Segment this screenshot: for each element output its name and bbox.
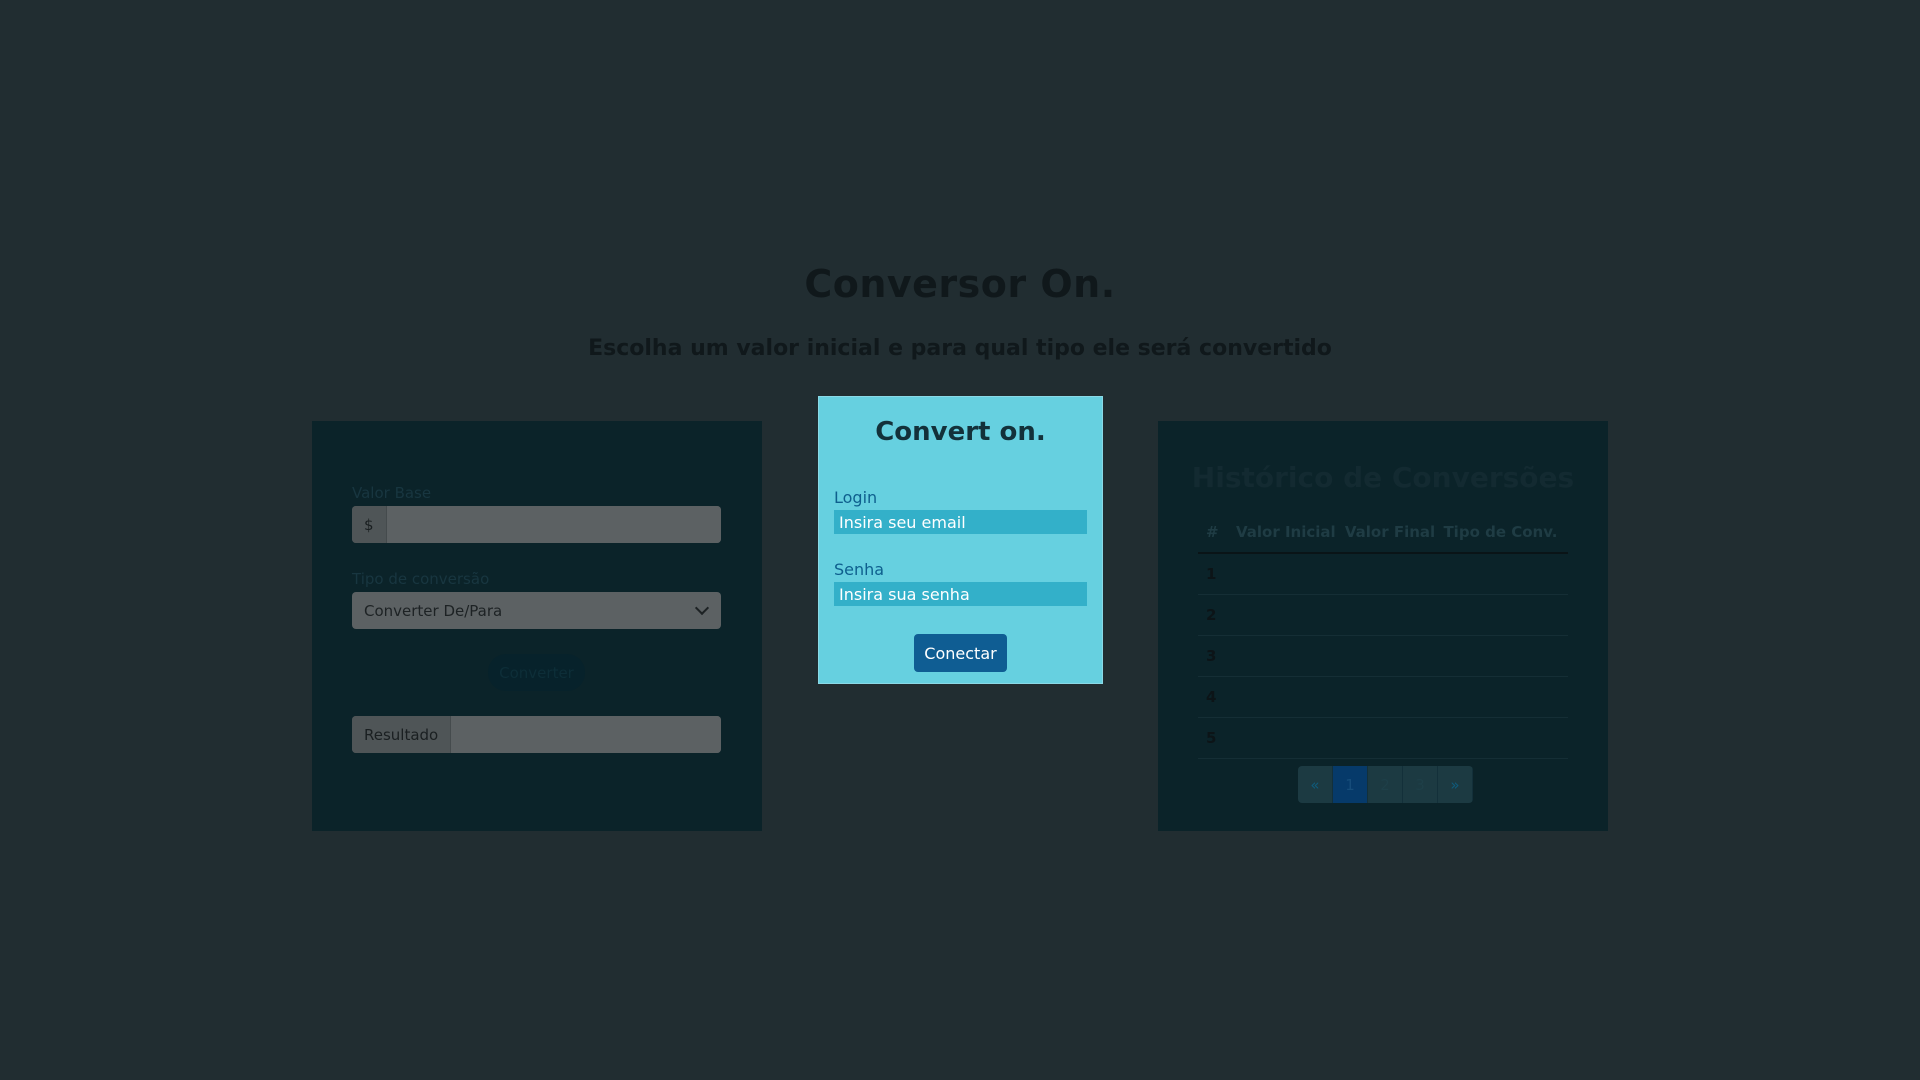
row-number: 4 (1198, 676, 1236, 718)
row-initial (1236, 553, 1345, 595)
row-final (1344, 553, 1444, 595)
column-header-number: # (1198, 511, 1236, 554)
base-value-label: Valor Base (352, 484, 432, 502)
modal-title: Convert on. (875, 417, 1046, 447)
pagination-next[interactable]: » (1438, 766, 1473, 803)
base-value-input[interactable] (386, 506, 721, 543)
row-type (1443, 553, 1568, 595)
row-final (1344, 635, 1444, 677)
conversion-type-label: Tipo de conversão (352, 570, 490, 588)
result-label: Resultado (352, 716, 452, 753)
chevron-down-icon (694, 600, 710, 616)
table-row: 3 (1198, 635, 1568, 677)
row-type (1443, 676, 1568, 718)
email-field[interactable]: Insira seu email (834, 510, 1087, 534)
page-title: Conversor On. (804, 262, 1116, 306)
row-initial (1236, 676, 1345, 718)
row-number: 5 (1198, 717, 1236, 759)
row-final (1344, 676, 1444, 718)
base-value-group: $ (352, 506, 721, 543)
convert-button[interactable]: Converter (488, 654, 585, 691)
login-label: Login (834, 488, 878, 507)
row-initial (1236, 594, 1345, 636)
result-group: Resultado (352, 716, 721, 753)
column-header-initial: Valor Inicial (1236, 511, 1345, 554)
page-subtitle: Escolha um valor inicial e para qual tip… (588, 336, 1332, 361)
pagination-page-2[interactable]: 2 (1368, 766, 1403, 803)
pagination: « 1 2 3 » (1298, 766, 1473, 803)
history-table: # Valor Inicial Valor Final Tipo de Conv… (1198, 511, 1568, 759)
pagination-page-1[interactable]: 1 (1333, 766, 1368, 803)
row-type (1443, 594, 1568, 636)
password-label: Senha (834, 560, 885, 579)
column-header-type: Tipo de Conv. (1443, 511, 1568, 554)
pagination-prev[interactable]: « (1298, 766, 1333, 803)
login-modal: Convert on. Login Insira seu email Senha… (818, 396, 1103, 684)
connect-button[interactable]: Conectar (914, 634, 1007, 672)
row-number: 2 (1198, 594, 1236, 636)
row-final (1344, 594, 1444, 636)
history-title: Histórico de Conversões (1191, 461, 1575, 494)
pagination-page-3[interactable]: 3 (1403, 766, 1438, 803)
row-type (1443, 717, 1568, 759)
conversion-type-selected: Converter De/Para (364, 601, 503, 620)
table-row: 5 (1198, 717, 1568, 759)
column-header-final: Valor Final (1344, 511, 1444, 554)
row-number: 1 (1198, 553, 1236, 595)
table-row: 4 (1198, 676, 1568, 718)
currency-prefix: $ (352, 506, 387, 543)
history-header-row: # Valor Inicial Valor Final Tipo de Conv… (1198, 511, 1568, 554)
row-number: 3 (1198, 635, 1236, 677)
row-final (1344, 717, 1444, 759)
password-field[interactable]: Insira sua senha (834, 582, 1087, 606)
row-initial (1236, 717, 1345, 759)
converter-panel: Valor Base $ Tipo de conversão Converter… (312, 421, 762, 831)
result-output (451, 716, 721, 753)
table-row: 1 (1198, 553, 1568, 595)
table-row: 2 (1198, 594, 1568, 636)
row-type (1443, 635, 1568, 677)
page: Conversor On. Escolha um valor inicial e… (0, 0, 1920, 1080)
history-panel: Histórico de Conversões # Valor Inicial … (1158, 421, 1608, 831)
conversion-type-select[interactable]: Converter De/Para (352, 592, 721, 629)
row-initial (1236, 635, 1345, 677)
